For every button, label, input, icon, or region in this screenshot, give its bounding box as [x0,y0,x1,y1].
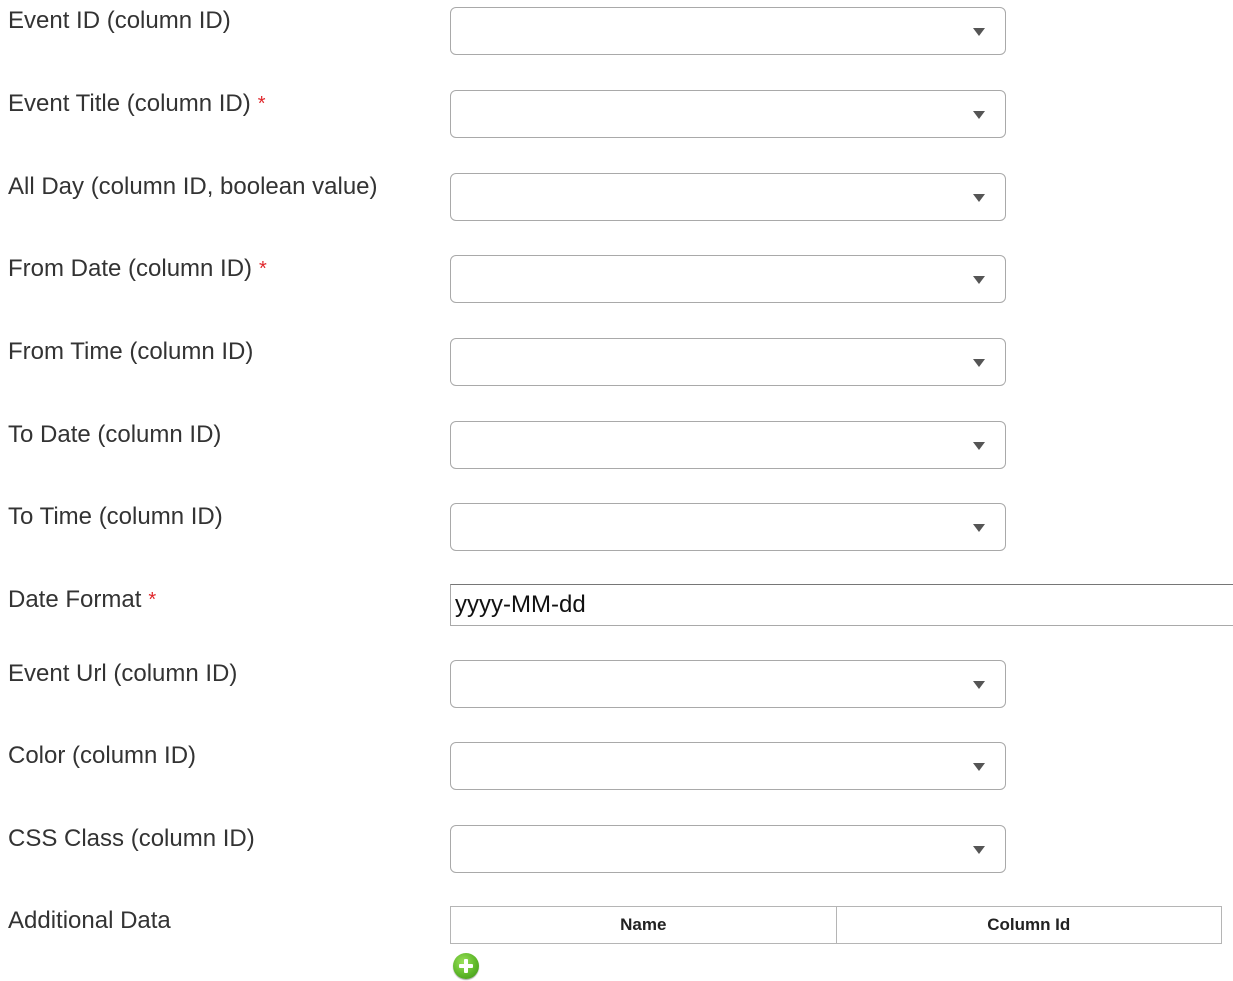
all-day-label: All Day (column ID, boolean value) [8,173,378,200]
event-url-select[interactable] [450,660,1006,708]
css-class-select[interactable] [450,825,1006,873]
chevron-down-icon [973,681,985,689]
event-url-label: Event Url (column ID) [8,660,238,687]
event-id-select[interactable] [450,7,1006,55]
event-title-select[interactable] [450,90,1006,138]
chevron-down-icon [973,28,985,36]
from-date-select[interactable] [450,255,1006,303]
add-row-button[interactable] [453,953,479,979]
chevron-down-icon [973,524,985,532]
chevron-down-icon [973,194,985,202]
required-marker: * [259,258,267,280]
chevron-down-icon [973,111,985,119]
chevron-down-icon [973,846,985,854]
chevron-down-icon [973,763,985,771]
chevron-down-icon [973,276,985,284]
date-format-label: Date Format * [8,586,157,613]
required-marker: * [148,589,157,611]
chevron-down-icon [973,442,985,450]
calendar-mapping-form: Event ID (column ID) Event Title (column… [0,0,1233,981]
column-header-column-id: Column Id [835,906,1222,944]
additional-data-label: Additional Data [8,907,171,934]
color-label: Color (column ID) [8,742,197,769]
from-date-label: From Date (column ID) * [8,255,267,282]
from-time-label: From Time (column ID) [8,338,254,365]
required-marker: * [257,93,266,115]
date-format-input[interactable] [450,584,1233,626]
to-time-select[interactable] [450,503,1006,551]
chevron-down-icon [973,359,985,367]
event-title-label: Event Title (column ID) * [8,90,266,117]
to-time-label: To Time (column ID) [8,503,223,530]
additional-data-grid: Name Column Id [450,906,1222,944]
css-class-label: CSS Class (column ID) [8,825,255,852]
to-date-label: To Date (column ID) [8,421,222,448]
color-select[interactable] [450,742,1006,790]
column-header-name: Name [450,906,837,944]
to-date-select[interactable] [450,421,1006,469]
all-day-select[interactable] [450,173,1006,221]
from-time-select[interactable] [450,338,1006,386]
event-id-label: Event ID (column ID) [8,7,231,34]
